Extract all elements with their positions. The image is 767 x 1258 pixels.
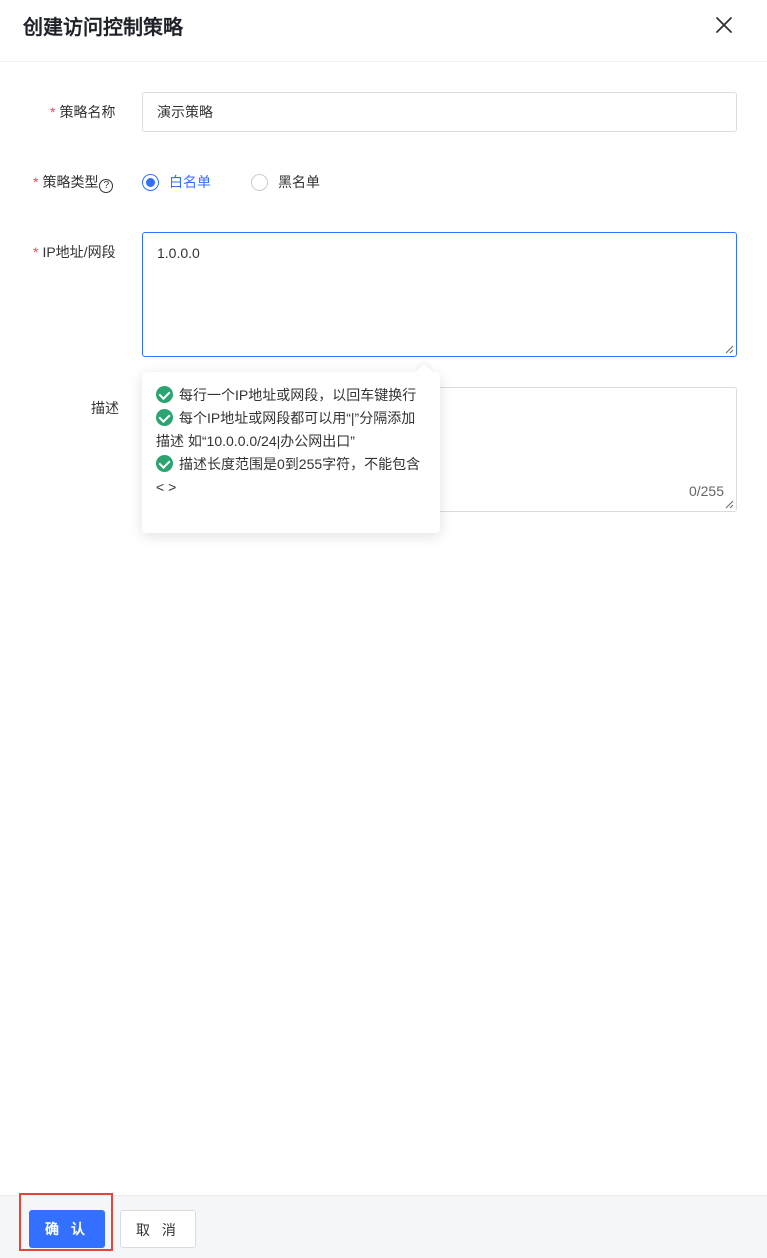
char-counter: 0/255 [688, 483, 724, 499]
policy-name-label: * 策略名称 [50, 102, 115, 122]
policy-type-label: * 策略类型? [33, 172, 114, 193]
policy-name-input[interactable] [142, 92, 737, 132]
required-mark: * [50, 104, 56, 120]
radio-whitelist[interactable]: 白名单 [142, 171, 211, 193]
tooltip-line-text: 每个IP地址或网段都可以用“|”分隔添加描述 如“10.0.0.0/24|办公网… [156, 410, 416, 449]
required-mark: * [33, 174, 39, 190]
desc-label: 描述 [91, 400, 119, 416]
drawer-header: 创建访问控制策略 [0, 0, 767, 62]
ip-label-text: IP地址/网段 [42, 244, 116, 260]
ip-textarea-value: 1.0.0.0 [157, 245, 200, 261]
cancel-button[interactable]: 取 消 [120, 1210, 196, 1248]
tooltip-line-text: 每行一个IP地址或网段，以回车键换行 [179, 387, 417, 403]
tooltip-line: 每行一个IP地址或网段，以回车键换行 [156, 384, 428, 407]
ip-hint-tooltip: 每行一个IP地址或网段，以回车键换行 每个IP地址或网段都可以用“|”分隔添加描… [142, 363, 440, 533]
page-title: 创建访问控制策略 [23, 17, 183, 39]
resize-handle-icon[interactable] [725, 500, 734, 509]
radio-blacklist[interactable]: 黑名单 [251, 171, 320, 193]
tooltip-arrow [415, 363, 433, 381]
ip-label: * IP地址/网段 [33, 242, 116, 262]
close-icon[interactable] [712, 13, 736, 37]
radio-whitelist-label: 白名单 [169, 174, 211, 190]
help-question-icon[interactable]: ? [99, 179, 114, 193]
radio-checked-icon [142, 173, 159, 191]
tooltip-line: 描述长度范围是0到255字符，不能包含< > [156, 453, 428, 499]
policy-type-label-text: 策略类型 [42, 174, 99, 190]
radio-blacklist-label: 黑名单 [278, 174, 320, 190]
create-policy-drawer: 创建访问控制策略 *策略名称 *策略类型? 白名单 黑名单 *IP地址/网段 1… [0, 0, 767, 1258]
highlight-box [19, 1193, 113, 1251]
check-circle-icon [156, 455, 173, 472]
policy-name-label-text: 策略名称 [59, 104, 116, 120]
tooltip-line: 每个IP地址或网段都可以用“|”分隔添加描述 如“10.0.0.0/24|办公网… [156, 407, 428, 453]
resize-handle-icon[interactable] [725, 345, 734, 354]
tooltip-line-text: 描述长度范围是0到255字符，不能包含< > [156, 456, 421, 495]
check-circle-icon [156, 386, 173, 403]
ip-textarea[interactable]: 1.0.0.0 [142, 232, 737, 357]
radio-unchecked-icon [251, 173, 268, 191]
required-mark: * [33, 244, 39, 260]
check-circle-icon [156, 409, 173, 426]
drawer-footer [0, 1195, 767, 1258]
